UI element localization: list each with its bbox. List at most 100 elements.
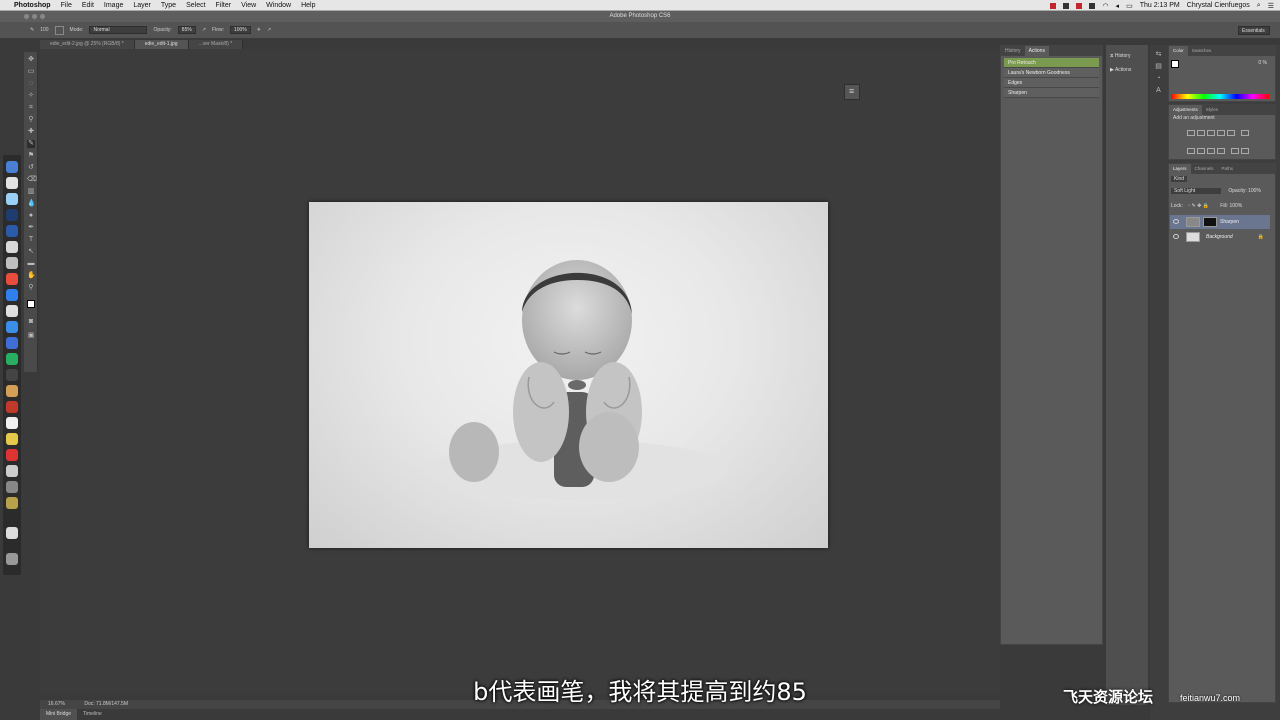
pressure-size-icon[interactable]: ↗ xyxy=(267,27,271,33)
fill-field[interactable]: 100% xyxy=(1229,203,1242,209)
screen-mode-icon[interactable]: ▣ xyxy=(27,332,35,340)
layer-row[interactable]: Background 🔒 xyxy=(1170,230,1270,244)
collapsed-history[interactable]: ⧖ History xyxy=(1110,51,1148,61)
action-item[interactable]: Edges xyxy=(1004,78,1099,88)
minimize-button[interactable] xyxy=(32,14,37,19)
airbrush-icon[interactable]: ✈ xyxy=(257,27,261,33)
close-button[interactable] xyxy=(24,14,29,19)
user-name[interactable]: Chrystal Cienfuegos xyxy=(1187,2,1250,9)
color-balance-icon[interactable] xyxy=(1187,148,1195,154)
brush-size[interactable]: 100 xyxy=(40,27,48,33)
tab-adjustments[interactable]: Adjustments xyxy=(1169,105,1202,115)
wifi-icon[interactable]: ◠ xyxy=(1102,2,1108,10)
menu-filter[interactable]: Filter xyxy=(216,2,232,9)
blend-mode-select[interactable]: Soft Light xyxy=(1171,188,1221,194)
history-brush-tool-icon[interactable]: ↺ xyxy=(27,164,35,172)
trash-dock-icon[interactable] xyxy=(6,553,18,565)
layer-filter-select[interactable]: Kind xyxy=(1171,176,1188,182)
action-item[interactable]: Pro Retouch xyxy=(1004,58,1099,68)
folder-dock-icon[interactable] xyxy=(6,527,18,539)
action-item[interactable]: Sharpen xyxy=(1004,88,1099,98)
status-app-icon[interactable] xyxy=(1063,2,1070,9)
menu-window[interactable]: Window xyxy=(266,2,291,9)
stamp-tool-icon[interactable]: ⚑ xyxy=(27,152,35,160)
quick-mask-icon[interactable]: ◙ xyxy=(27,318,35,326)
tab-paths[interactable]: Paths xyxy=(1218,164,1238,174)
tab-channels[interactable]: Channels xyxy=(1191,164,1218,174)
eye-icon[interactable] xyxy=(1173,234,1179,239)
mini-tool-icon[interactable]: ⇆ xyxy=(1154,50,1163,59)
dock-app-icon[interactable] xyxy=(6,449,18,461)
status-app-icon[interactable] xyxy=(1050,2,1057,9)
menu-help[interactable]: Help xyxy=(301,2,315,9)
levels-icon[interactable] xyxy=(1197,130,1205,136)
dock-app-icon[interactable] xyxy=(6,257,18,269)
dock-app-icon[interactable] xyxy=(6,305,18,317)
eyedropper-tool-icon[interactable]: ⚲ xyxy=(27,116,35,124)
volume-icon[interactable]: ◂ xyxy=(1116,2,1120,10)
color-spectrum[interactable] xyxy=(1171,94,1269,99)
dock-app-icon[interactable] xyxy=(6,417,18,429)
opacity-field[interactable]: 85% xyxy=(177,26,196,34)
eye-icon[interactable] xyxy=(1173,219,1179,224)
dodge-tool-icon[interactable]: ● xyxy=(27,212,35,220)
document-image[interactable] xyxy=(309,202,828,548)
layer-mask-thumbnail[interactable] xyxy=(1203,217,1217,227)
vibrance-icon[interactable] xyxy=(1227,130,1235,136)
status-app-icon[interactable] xyxy=(1076,2,1083,9)
type-panel-icon[interactable]: A xyxy=(1154,86,1163,95)
layer-row[interactable]: Sharpen xyxy=(1170,215,1270,229)
fg-bg-swatches[interactable] xyxy=(1171,60,1183,72)
shape-tool-icon[interactable]: ▬ xyxy=(27,260,35,268)
dock-app-icon[interactable] xyxy=(6,401,18,413)
clock[interactable]: Thu 2:13 PM xyxy=(1140,2,1180,9)
action-item[interactable]: Laura's Newborn Goodness xyxy=(1004,68,1099,78)
dock-app-icon[interactable] xyxy=(6,497,18,509)
doc-tab-active[interactable]: edie_edit-1.jpg xyxy=(134,40,189,49)
zoom-button[interactable] xyxy=(40,14,45,19)
lasso-tool-icon[interactable]: ◌ xyxy=(27,80,35,88)
dock-app-icon[interactable] xyxy=(6,385,18,397)
exposure-icon[interactable] xyxy=(1217,130,1225,136)
tab-swatches[interactable]: Swatches xyxy=(1188,46,1216,56)
mini-tool-icon[interactable]: ▤ xyxy=(1154,62,1163,71)
dock-app-icon[interactable] xyxy=(6,433,18,445)
menu-select[interactable]: Select xyxy=(186,2,205,9)
mode-select[interactable]: Normal xyxy=(89,26,148,34)
tab-color[interactable]: Color xyxy=(1169,46,1188,56)
foreground-swatch[interactable] xyxy=(1171,60,1179,68)
foreground-color-swatch[interactable] xyxy=(27,300,35,308)
dock-app-icon[interactable] xyxy=(6,481,18,493)
k-value[interactable]: 0 % xyxy=(1258,60,1267,66)
dock-app-icon[interactable] xyxy=(6,289,18,301)
dock-app-icon[interactable] xyxy=(6,369,18,381)
menu-view[interactable]: View xyxy=(241,2,256,9)
dock-app-icon[interactable] xyxy=(6,273,18,285)
black-white-icon[interactable] xyxy=(1197,148,1205,154)
posterize-icon[interactable] xyxy=(1241,148,1250,154)
blur-tool-icon[interactable]: 💧 xyxy=(27,200,36,208)
tab-timeline[interactable]: Timeline xyxy=(77,709,108,720)
menu-image[interactable]: Image xyxy=(104,2,123,9)
path-select-tool-icon[interactable]: ↖ xyxy=(27,248,35,256)
healing-tool-icon[interactable]: ✚ xyxy=(27,128,35,136)
tab-layers[interactable]: Layers xyxy=(1169,164,1191,174)
hue-saturation-icon[interactable] xyxy=(1241,130,1250,136)
quick-select-tool-icon[interactable]: ✧ xyxy=(27,92,35,100)
tab-mini-bridge[interactable]: Mini Bridge xyxy=(40,709,78,720)
zoom-tool-icon[interactable]: ⚲ xyxy=(27,284,35,292)
invert-icon[interactable] xyxy=(1231,148,1240,154)
pen-tool-icon[interactable]: ✒ xyxy=(27,224,35,232)
status-app-icon[interactable] xyxy=(1089,2,1096,9)
marquee-tool-icon[interactable]: ▭ xyxy=(27,68,35,76)
mini-tool-icon[interactable]: ◔ xyxy=(1154,74,1163,83)
eraser-tool-icon[interactable]: ⌫ xyxy=(27,176,37,184)
menu-edit[interactable]: Edit xyxy=(82,2,94,9)
tab-history[interactable]: History xyxy=(1001,46,1025,56)
battery-icon[interactable]: ▭ xyxy=(1126,2,1133,10)
tab-styles[interactable]: Styles xyxy=(1202,105,1222,115)
gradient-tool-icon[interactable]: ▥ xyxy=(27,188,35,196)
app-menu[interactable]: Photoshop xyxy=(14,2,51,9)
pressure-opacity-icon[interactable]: ↗ xyxy=(202,27,206,33)
brush-tool-icon[interactable]: ✎ xyxy=(30,27,34,33)
